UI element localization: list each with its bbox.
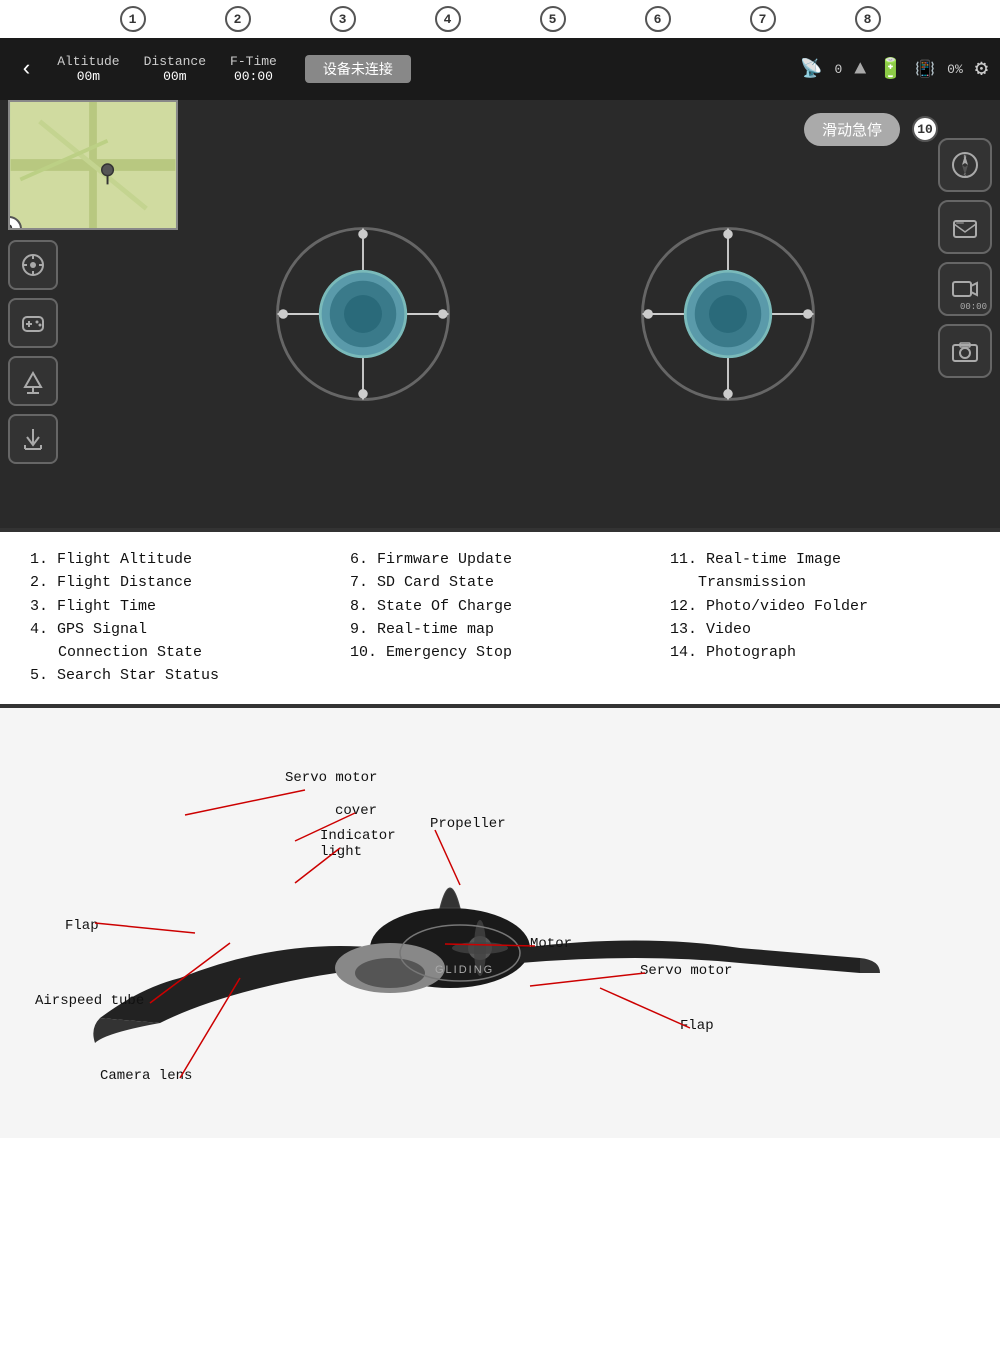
legend-item-11b: Transmission: [670, 571, 970, 594]
badge-7: 7: [750, 6, 776, 32]
distance-stat: Distance 00m: [144, 54, 206, 84]
header-icons: 📡 0 ▲ 🔋 📳 0% ⚙: [800, 56, 988, 82]
gps-count: 0: [834, 62, 842, 77]
legend-section: 1. Flight Altitude 2. Flight Distance 3.…: [0, 528, 1000, 708]
legend-item-7: 7. SD Card State: [350, 571, 650, 594]
joysticks-area: [180, 100, 910, 528]
drone-diagram-section: GLIDING Servo motor cover Indicatorlight…: [0, 708, 1000, 1138]
video-button[interactable]: 00:00: [938, 262, 992, 316]
settings-icon[interactable]: ⚙: [975, 56, 988, 82]
legend-item-9: 9. Real-time map: [350, 618, 650, 641]
app-header: ‹ Altitude 00m Distance 00m F-Time 00:00…: [0, 38, 1000, 100]
legend-item-11: 11. Real-time Image: [670, 548, 970, 571]
altitude-value: 00m: [77, 69, 100, 84]
ftime-stat: F-Time 00:00: [230, 54, 277, 84]
battery-percent: 0%: [947, 62, 963, 77]
map-svg: [10, 102, 176, 228]
badge-6: 6: [645, 6, 671, 32]
legend-item-4b: Connection State: [30, 641, 330, 664]
legend-col2: 6. Firmware Update 7. SD Card State 8. S…: [350, 548, 650, 688]
svg-text:N: N: [963, 154, 966, 160]
distance-label: Distance: [144, 54, 206, 69]
badge-8: 8: [855, 6, 881, 32]
label-camera-lens: Camera lens: [100, 1068, 192, 1084]
right-joystick[interactable]: [633, 219, 823, 409]
badge-10: 10: [912, 116, 938, 142]
legend-item-12: 12. Photo/video Folder: [670, 595, 970, 618]
legend-item-3: 3. Flight Time: [30, 595, 330, 618]
label-servo-motor-2: Servo motor: [640, 963, 732, 979]
label-indicator-light: Indicatorlight: [320, 828, 396, 860]
landing-button[interactable]: [8, 414, 58, 464]
legend-col3: 11. Real-time Image Transmission 12. Pho…: [670, 548, 970, 688]
legend-grid: 1. Flight Altitude 2. Flight Distance 3.…: [30, 548, 970, 688]
legend-item-2: 2. Flight Distance: [30, 571, 330, 594]
legend-item-14: 14. Photograph: [670, 641, 970, 664]
takeoff-button[interactable]: [8, 356, 58, 406]
label-servo-motor-1: Servo motor: [285, 770, 377, 786]
gamepad-button[interactable]: [8, 298, 58, 348]
photo-button[interactable]: [938, 324, 992, 378]
svg-text:GLIDING: GLIDING: [435, 964, 494, 976]
battery-icon: 🔋: [878, 56, 903, 82]
badge-2: 2: [225, 6, 251, 32]
ftime-label: F-Time: [230, 54, 277, 69]
left-control-buttons: [8, 240, 58, 464]
back-button[interactable]: ‹: [12, 53, 41, 86]
label-propeller: Propeller: [430, 816, 506, 832]
badge-5: 5: [540, 6, 566, 32]
video-timer: 00:00: [960, 302, 987, 312]
badge-3: 3: [330, 6, 356, 32]
label-motor: Motor: [530, 936, 572, 952]
legend-item-10: 10. Emergency Stop: [350, 641, 650, 664]
photo-folder-button[interactable]: [938, 200, 992, 254]
mode-button-1[interactable]: [8, 240, 58, 290]
legend-item-5: 5. Search Star Status: [30, 664, 330, 687]
vibration-icon: 📳: [915, 59, 935, 79]
legend-item-1: 1. Flight Altitude: [30, 548, 330, 571]
legend-item-6: 6. Firmware Update: [350, 548, 650, 571]
altitude-label: Altitude: [57, 54, 119, 69]
distance-value: 00m: [163, 69, 186, 84]
legend-item-4: 4. GPS Signal: [30, 618, 330, 641]
legend-col1: 1. Flight Altitude 2. Flight Distance 3.…: [30, 548, 330, 688]
map-thumbnail: 9: [8, 100, 178, 230]
heading-icon: ▲: [854, 58, 866, 81]
svg-text:S: S: [963, 173, 966, 179]
ftime-value: 00:00: [234, 69, 273, 84]
connection-status: 设备未连接: [305, 55, 411, 83]
right-control-buttons: SN 11 12 00:00 13 14: [938, 138, 992, 378]
label-flap-left: Flap: [65, 918, 99, 934]
top-badges-row: 1 2 3 4 5 6 7 8: [0, 0, 1000, 38]
altitude-stat: Altitude 00m: [57, 54, 119, 84]
legend-item-13: 13. Video: [670, 618, 970, 641]
legend-item-8: 8. State Of Charge: [350, 595, 650, 618]
label-flap-right: Flap: [680, 1018, 714, 1034]
gps-icon: 📡: [800, 58, 822, 80]
label-cover: cover: [335, 803, 377, 819]
drone-app-panel: ‹ Altitude 00m Distance 00m F-Time 00:00…: [0, 38, 1000, 528]
label-airspeed-tube: Airspeed tube: [35, 993, 144, 1009]
badge-4: 4: [435, 6, 461, 32]
badge-1: 1: [120, 6, 146, 32]
heading-button[interactable]: SN: [938, 138, 992, 192]
left-joystick[interactable]: [268, 219, 458, 409]
